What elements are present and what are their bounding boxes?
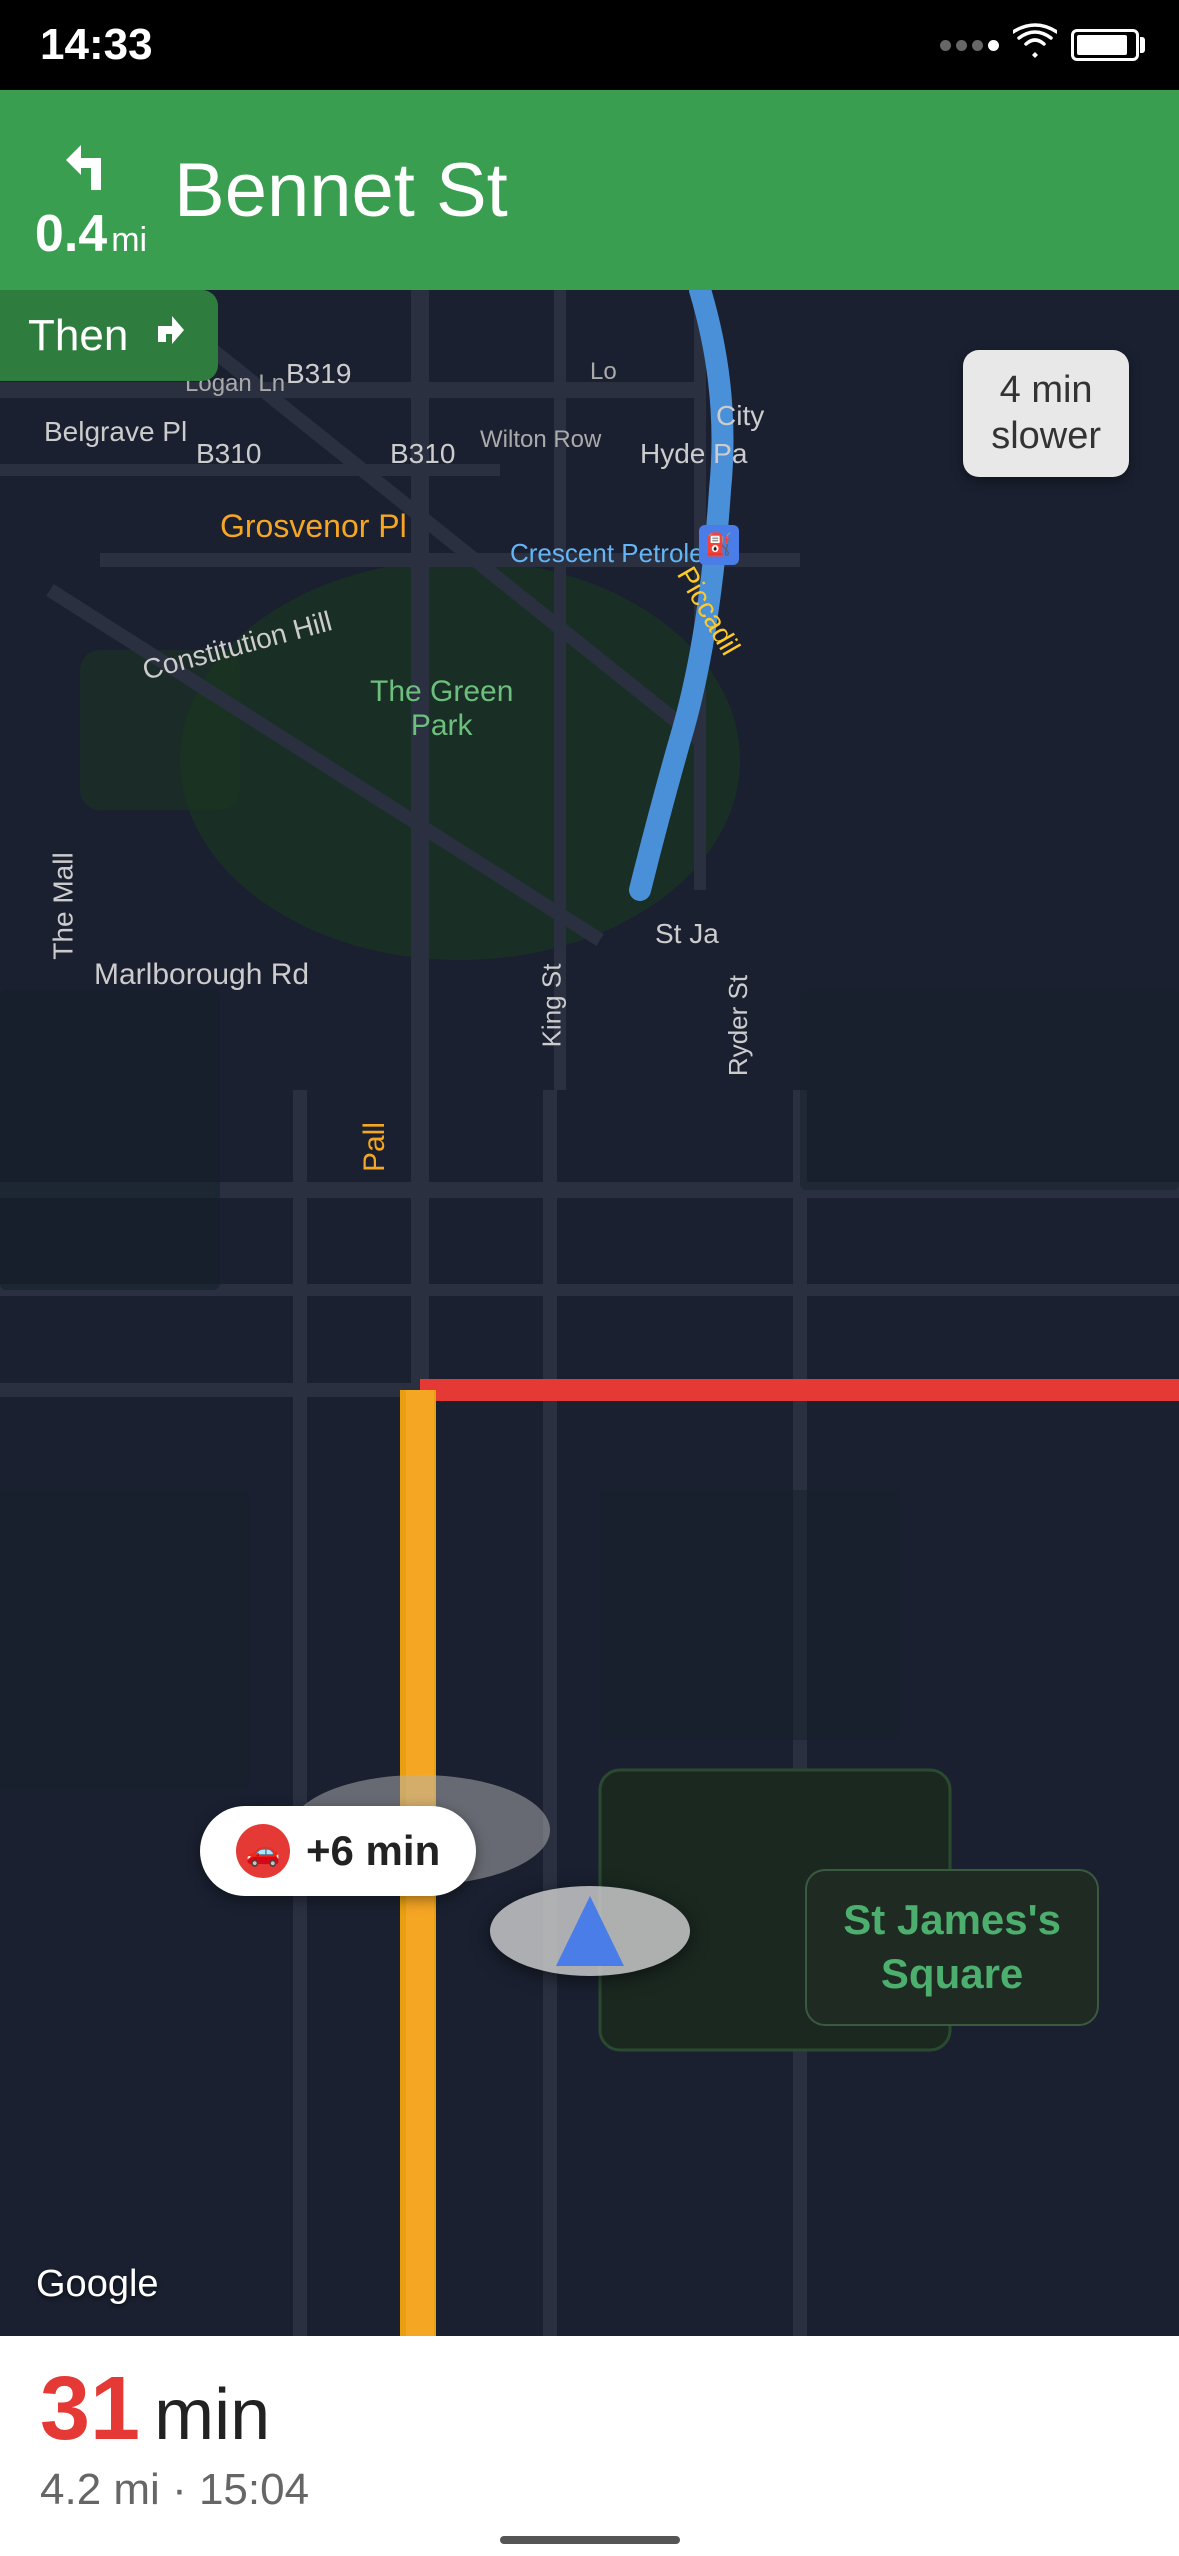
traffic-callout-line2: slower xyxy=(991,414,1101,460)
st-james-square-label: St James's Square xyxy=(805,1869,1099,2026)
eta-min-label: min xyxy=(154,2374,270,2456)
nav-arrow-oval xyxy=(490,1886,690,1976)
google-text: Google xyxy=(36,2263,159,2305)
nav-arrow xyxy=(490,1886,690,1976)
eta-arrival-time: 15:04 xyxy=(199,2465,309,2514)
eta-minutes: 31 xyxy=(40,2358,140,2461)
home-indicator[interactable] xyxy=(500,2536,680,2544)
status-bar: 14:33 xyxy=(0,0,1179,90)
eta-row: 31 min xyxy=(40,2358,1139,2461)
then-indicator: Then xyxy=(0,290,218,381)
battery-icon xyxy=(1071,29,1139,61)
traffic-callout-line1: 4 min xyxy=(991,368,1101,414)
place-label-line1: St James's xyxy=(843,1893,1061,1948)
turn-info: 0.4 mi xyxy=(36,120,146,260)
traffic-badge-label: +6 min xyxy=(306,1827,440,1875)
street-name: Bennet St xyxy=(174,147,508,234)
then-label: Then xyxy=(28,311,128,361)
wifi-icon xyxy=(1013,22,1057,68)
place-label-line2: Square xyxy=(843,1947,1061,2002)
map-svg xyxy=(0,290,1179,2336)
nav-header: 0.4 mi Bennet St xyxy=(0,90,1179,290)
traffic-callout: 4 min slower xyxy=(963,350,1129,477)
google-watermark: Google xyxy=(36,2263,159,2306)
turn-arrow-icon xyxy=(46,120,136,210)
eta-separator: · xyxy=(172,2465,199,2514)
status-time: 14:33 xyxy=(40,20,153,70)
traffic-badge[interactable]: 🚗 +6 min xyxy=(200,1806,476,1896)
distance-unit: mi xyxy=(111,223,147,257)
then-direction-icon xyxy=(146,308,190,363)
bottom-bar: 31 min 4.2 mi · 15:04 xyxy=(0,2336,1179,2556)
eta-details: 4.2 mi · 15:04 xyxy=(40,2465,1139,2515)
nav-direction-triangle xyxy=(556,1896,624,1966)
status-icons xyxy=(940,22,1139,68)
signal-icon xyxy=(940,40,999,51)
traffic-car-icon: 🚗 xyxy=(236,1824,290,1878)
distance-value: 0.4 xyxy=(35,208,107,260)
fuel-icon: ⛽ xyxy=(699,525,739,565)
map-area[interactable]: Belgrave Pl B310 B319 B310 Logan Ln Gros… xyxy=(0,290,1179,2336)
eta-distance: 4.2 mi xyxy=(40,2465,160,2514)
